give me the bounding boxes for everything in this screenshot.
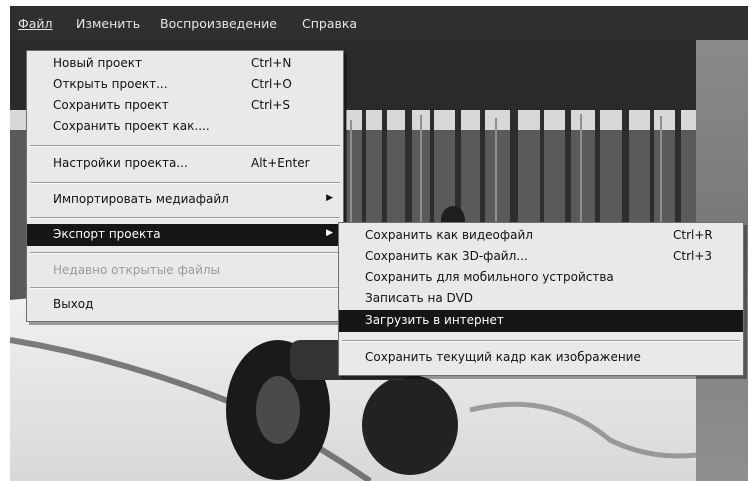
- menu-item-recent-files[interactable]: Недавно открытые файлы: [27, 260, 343, 282]
- menu-item-open-project[interactable]: Открыть проект... Ctrl+O: [27, 74, 343, 96]
- item-label: Импортировать медиафайл: [53, 192, 229, 206]
- menu-separator: [30, 252, 340, 254]
- menu-item-save-project[interactable]: Сохранить проект Ctrl+S: [27, 95, 343, 117]
- submenu-item-save-3d[interactable]: Сохранить как 3D-файл... Ctrl+3: [339, 246, 743, 268]
- menu-separator: [30, 217, 340, 219]
- item-label: Открыть проект...: [53, 77, 168, 91]
- submenu-arrow-icon: ▶: [326, 193, 333, 203]
- menu-item-exit[interactable]: Выход: [27, 294, 343, 316]
- menu-item-import-media[interactable]: Импортировать медиафайл ▶: [27, 189, 343, 211]
- menu-item-new-project[interactable]: Новый проект Ctrl+N: [27, 53, 343, 75]
- menu-file[interactable]: Файл: [18, 16, 53, 31]
- item-label: Экспорт проекта: [53, 227, 161, 241]
- menu-playback[interactable]: Воспроизведение: [160, 16, 277, 31]
- menu-edit[interactable]: Изменить: [76, 16, 140, 31]
- menubar: Файл Изменить Воспроизведение Справка: [10, 6, 748, 40]
- submenu-item-save-mobile[interactable]: Сохранить для мобильного устройства: [339, 267, 743, 289]
- export-submenu: Сохранить как видеофайл Ctrl+R Сохранить…: [338, 222, 744, 376]
- file-menu: Новый проект Ctrl+N Открыть проект... Ct…: [26, 50, 344, 322]
- item-label: Выход: [53, 297, 94, 311]
- item-shortcut: Ctrl+N: [251, 56, 292, 70]
- item-shortcut: Ctrl+S: [251, 98, 291, 112]
- item-label: Сохранить текущий кадр как изображение: [365, 350, 641, 364]
- menu-item-export-project[interactable]: Экспорт проекта ▶: [27, 224, 343, 246]
- item-label: Настройки проекта...: [53, 156, 188, 170]
- item-label: Записать на DVD: [365, 291, 474, 305]
- submenu-item-save-video[interactable]: Сохранить как видеофайл Ctrl+R: [339, 225, 743, 247]
- menu-separator: [30, 182, 340, 184]
- item-label: Сохранить проект как....: [53, 119, 210, 133]
- submenu-arrow-icon: ▶: [326, 228, 333, 238]
- menu-separator: [30, 287, 340, 289]
- item-label: Недавно открытые файлы: [53, 263, 221, 277]
- item-label: Загрузить в интернет: [365, 313, 504, 327]
- menu-separator: [30, 145, 340, 147]
- item-shortcut: Ctrl+R: [673, 228, 713, 242]
- item-label: Сохранить как видеофайл: [365, 228, 533, 242]
- item-label: Сохранить проект: [53, 98, 169, 112]
- submenu-item-save-frame[interactable]: Сохранить текущий кадр как изображение: [339, 347, 743, 369]
- item-shortcut: Ctrl+O: [251, 77, 292, 91]
- item-label: Новый проект: [53, 56, 142, 70]
- menu-file-label: Файл: [18, 16, 53, 31]
- item-label: Сохранить для мобильного устройства: [365, 270, 614, 284]
- submenu-item-upload-internet[interactable]: Загрузить в интернет: [339, 310, 743, 332]
- submenu-item-burn-dvd[interactable]: Записать на DVD: [339, 288, 743, 310]
- menu-item-project-settings[interactable]: Настройки проекта... Alt+Enter: [27, 153, 343, 175]
- item-label: Сохранить как 3D-файл...: [365, 249, 528, 263]
- item-shortcut: Ctrl+3: [673, 249, 713, 263]
- menu-separator: [342, 340, 740, 342]
- menu-item-save-project-as[interactable]: Сохранить проект как....: [27, 116, 343, 138]
- menu-help[interactable]: Справка: [302, 16, 357, 31]
- item-shortcut: Alt+Enter: [251, 156, 310, 170]
- video-editor-window: Файл Изменить Воспроизведение Справка Но…: [10, 6, 748, 481]
